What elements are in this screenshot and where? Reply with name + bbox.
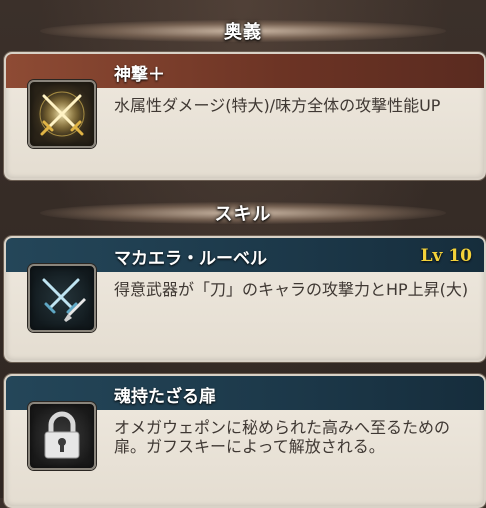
ougi-section-title: 奥義 xyxy=(224,22,262,43)
ougi-section-header: 奥義 xyxy=(0,14,486,48)
skill-1-name: マカエラ・ルーベル xyxy=(114,249,267,269)
skill-1-level: Lv 10 xyxy=(420,246,472,266)
skill-2-description: オメガウェポンに秘められた高みへ至るための扉。ガフスキーによって解放される。 xyxy=(114,418,451,456)
ougi-description: 水属性ダメージ(特大)/味方全体の攻撃性能UP xyxy=(114,96,441,115)
padlock-icon xyxy=(28,402,96,470)
skill-card-2[interactable]: 魂持たざる扉 オメガウェポンに秘められた高みへ至るための扉。ガフスキーによって解… xyxy=(4,374,486,508)
golden-crossed-swords-icon xyxy=(28,80,96,148)
skill-section-title: スキル xyxy=(214,204,272,225)
ougi-name: 神撃＋ xyxy=(114,65,165,85)
skill-1-description: 得意武器が「刀」のキャラの攻撃力とHP上昇(大) xyxy=(114,280,469,299)
ougi-card[interactable]: 神撃＋ 水属性ダメージ(特大)/味方全体の攻撃性能UP xyxy=(4,52,486,180)
skill-card-1[interactable]: マカエラ・ルーベル Lv 10 得意武器が「刀」のキャラの攻撃力とHP上昇(大) xyxy=(4,236,486,362)
skill-2-name: 魂持たざる扉 xyxy=(114,387,216,407)
skill-section-header: スキル xyxy=(0,196,486,230)
crossed-swords-icon xyxy=(28,264,96,332)
